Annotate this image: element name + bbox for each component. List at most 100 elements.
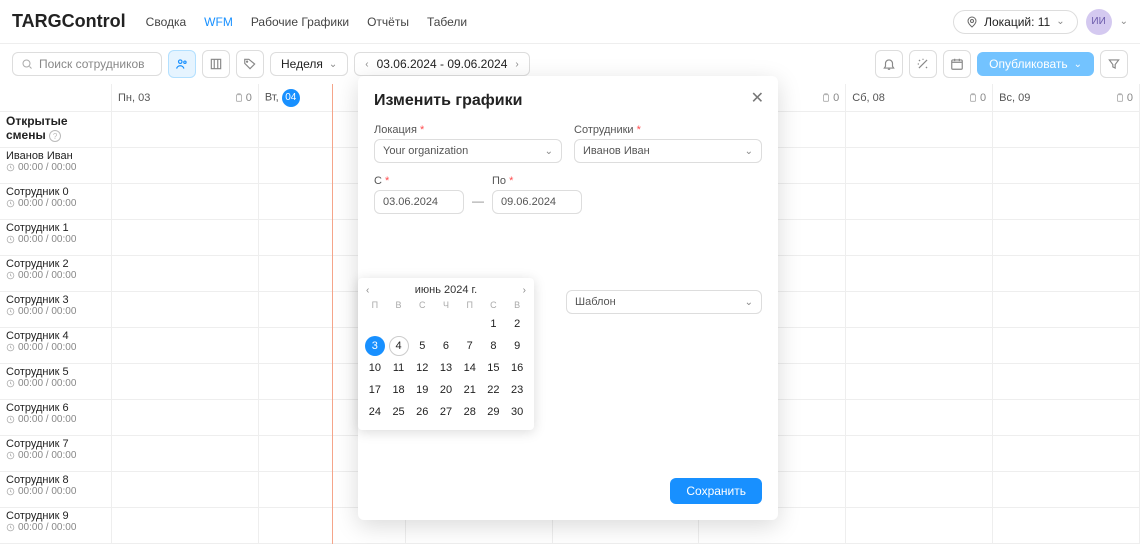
schedule-cell[interactable] [112, 184, 259, 219]
chevron-down-icon[interactable]: ⌄ [1120, 16, 1128, 27]
schedule-cell[interactable] [993, 472, 1140, 507]
schedule-cell[interactable] [112, 220, 259, 255]
schedule-cell[interactable] [993, 220, 1140, 255]
cal-day[interactable]: 8 [483, 336, 503, 356]
save-button[interactable]: Сохранить [670, 478, 762, 504]
close-icon[interactable]: ✕ [751, 88, 764, 108]
cal-day[interactable]: 11 [389, 358, 409, 378]
schedule-cell[interactable] [846, 328, 993, 363]
schedule-cell[interactable] [846, 292, 993, 327]
filter-button[interactable] [1100, 50, 1128, 78]
schedule-cell[interactable] [846, 436, 993, 471]
cal-day[interactable]: 25 [389, 402, 409, 422]
employee-row-label[interactable]: Сотрудник 000:00 / 00:00 [0, 184, 112, 219]
schedule-cell[interactable] [846, 472, 993, 507]
avatar[interactable]: ИИ [1086, 9, 1112, 35]
schedule-cell[interactable] [112, 436, 259, 471]
nav-отчёты[interactable]: Отчёты [367, 15, 409, 29]
cal-day[interactable]: 27 [436, 402, 456, 422]
view-building-button[interactable] [202, 50, 230, 78]
nav-табели[interactable]: Табели [427, 15, 467, 29]
schedule-cell[interactable] [846, 256, 993, 291]
employee-row-label[interactable]: Сотрудник 500:00 / 00:00 [0, 364, 112, 399]
view-people-button[interactable] [168, 50, 196, 78]
schedule-cell[interactable] [993, 184, 1140, 219]
cal-next-icon[interactable]: › [523, 285, 526, 296]
schedule-cell[interactable] [993, 256, 1140, 291]
cal-day[interactable]: 15 [483, 358, 503, 378]
employee-row-label[interactable]: Иванов Иван00:00 / 00:00 [0, 148, 112, 183]
cal-day[interactable]: 3 [365, 336, 385, 356]
nav-wfm[interactable]: WFM [204, 15, 233, 29]
search-input[interactable]: Поиск сотрудников [12, 52, 162, 76]
employee-row-label[interactable]: Сотрудник 400:00 / 00:00 [0, 328, 112, 363]
cal-day[interactable]: 26 [412, 402, 432, 422]
employee-row-label[interactable]: Сотрудник 100:00 / 00:00 [0, 220, 112, 255]
bell-button[interactable] [875, 50, 903, 78]
cal-day[interactable]: 5 [412, 336, 432, 356]
cal-day[interactable]: 4 [389, 336, 409, 356]
cal-day[interactable]: 13 [436, 358, 456, 378]
cal-day[interactable]: 1 [483, 314, 503, 334]
cal-day[interactable]: 17 [365, 380, 385, 400]
nav-сводка[interactable]: Сводка [146, 15, 187, 29]
date-range-picker[interactable]: ‹ 03.06.2024 - 09.06.2024 › [354, 52, 529, 76]
employee-row-label[interactable]: Сотрудник 600:00 / 00:00 [0, 400, 112, 435]
cal-day[interactable]: 24 [365, 402, 385, 422]
cal-day[interactable]: 22 [483, 380, 503, 400]
schedule-cell[interactable] [112, 508, 259, 543]
schedule-cell[interactable] [112, 364, 259, 399]
cal-day[interactable]: 20 [436, 380, 456, 400]
wand-button[interactable] [909, 50, 937, 78]
employees-select[interactable]: Иванов Иван ⌄ [574, 139, 762, 163]
location-picker[interactable]: Локаций: 11 ⌄ [953, 10, 1078, 34]
publish-button[interactable]: Опубликовать ⌄ [977, 52, 1094, 76]
calendar-button[interactable] [943, 50, 971, 78]
cal-day[interactable]: 7 [460, 336, 480, 356]
location-select[interactable]: Your organization ⌄ [374, 139, 562, 163]
employee-row-label[interactable]: Сотрудник 800:00 / 00:00 [0, 472, 112, 507]
chevron-left-icon[interactable]: ‹ [365, 59, 368, 70]
cal-day[interactable]: 2 [507, 314, 527, 334]
cal-day[interactable]: 10 [365, 358, 385, 378]
cal-day[interactable]: 30 [507, 402, 527, 422]
employee-row-label[interactable]: Сотрудник 900:00 / 00:00 [0, 508, 112, 543]
cal-day[interactable]: 18 [389, 380, 409, 400]
nav-рабочие графики[interactable]: Рабочие Графики [251, 15, 349, 29]
schedule-cell[interactable] [993, 364, 1140, 399]
schedule-cell[interactable] [846, 364, 993, 399]
cal-day[interactable]: 21 [460, 380, 480, 400]
schedule-cell[interactable] [993, 400, 1140, 435]
cal-day[interactable]: 23 [507, 380, 527, 400]
cal-day[interactable]: 9 [507, 336, 527, 356]
schedule-cell[interactable] [993, 508, 1140, 543]
chevron-right-icon[interactable]: › [515, 59, 518, 70]
cal-day[interactable]: 28 [460, 402, 480, 422]
employee-row-label[interactable]: Сотрудник 200:00 / 00:00 [0, 256, 112, 291]
schedule-cell[interactable] [993, 328, 1140, 363]
schedule-cell[interactable] [846, 112, 993, 147]
schedule-cell[interactable] [993, 436, 1140, 471]
schedule-cell[interactable] [112, 112, 259, 147]
cal-day[interactable]: 6 [436, 336, 456, 356]
schedule-cell[interactable] [112, 472, 259, 507]
to-date-input[interactable]: 09.06.2024 [492, 190, 582, 214]
schedule-cell[interactable] [112, 292, 259, 327]
schedule-cell[interactable] [846, 148, 993, 183]
schedule-cell[interactable] [993, 148, 1140, 183]
employee-row-label[interactable]: Сотрудник 300:00 / 00:00 [0, 292, 112, 327]
schedule-cell[interactable] [993, 292, 1140, 327]
view-tag-button[interactable] [236, 50, 264, 78]
employee-row-label[interactable]: Сотрудник 700:00 / 00:00 [0, 436, 112, 471]
cal-day[interactable]: 19 [412, 380, 432, 400]
schedule-cell[interactable] [846, 508, 993, 543]
schedule-cell[interactable] [112, 148, 259, 183]
from-date-input[interactable]: 03.06.2024 [374, 190, 464, 214]
cal-day[interactable]: 14 [460, 358, 480, 378]
schedule-cell[interactable] [846, 184, 993, 219]
schedule-cell[interactable] [112, 400, 259, 435]
template-select[interactable]: Шаблон ⌄ [566, 290, 762, 314]
cal-day[interactable]: 29 [483, 402, 503, 422]
schedule-cell[interactable] [112, 256, 259, 291]
schedule-cell[interactable] [112, 328, 259, 363]
